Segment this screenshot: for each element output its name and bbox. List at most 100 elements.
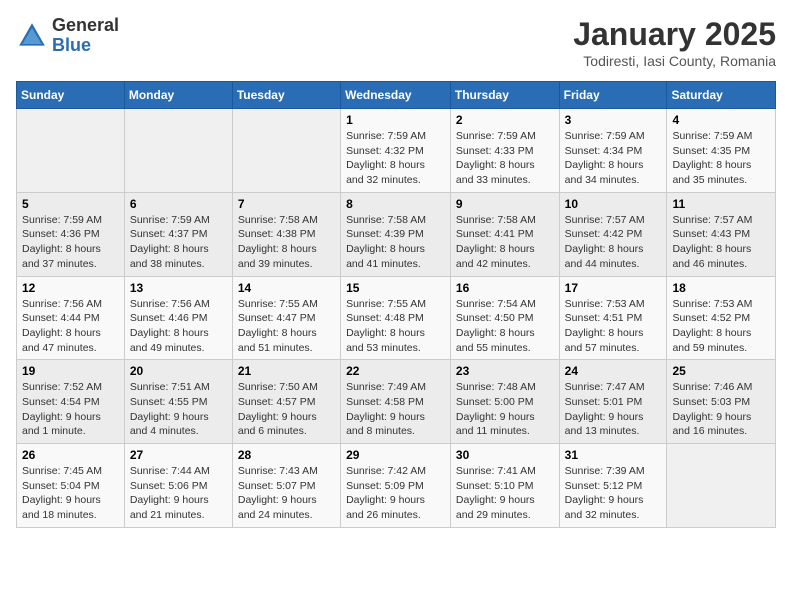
day-info: Sunrise: 7:55 AM Sunset: 4:48 PM Dayligh… — [346, 297, 445, 356]
logo-text: General Blue — [52, 16, 119, 56]
day-info: Sunrise: 7:42 AM Sunset: 5:09 PM Dayligh… — [346, 464, 445, 523]
calendar-cell: 29 Sunrise: 7:42 AM Sunset: 5:09 PM Dayli… — [341, 444, 451, 528]
day-number: 27 — [130, 448, 227, 462]
day-number: 19 — [22, 364, 119, 378]
logo-icon — [16, 20, 48, 52]
day-number: 30 — [456, 448, 554, 462]
calendar-cell: 17 Sunrise: 7:53 AM Sunset: 4:51 PM Dayli… — [559, 276, 667, 360]
day-number: 4 — [672, 113, 770, 127]
day-info: Sunrise: 7:50 AM Sunset: 4:57 PM Dayligh… — [238, 380, 335, 439]
day-number: 21 — [238, 364, 335, 378]
calendar-cell — [232, 109, 340, 193]
day-info: Sunrise: 7:52 AM Sunset: 4:54 PM Dayligh… — [22, 380, 119, 439]
day-info: Sunrise: 7:58 AM Sunset: 4:41 PM Dayligh… — [456, 213, 554, 272]
calendar-cell: 7 Sunrise: 7:58 AM Sunset: 4:38 PM Daylig… — [232, 192, 340, 276]
day-info: Sunrise: 7:46 AM Sunset: 5:03 PM Dayligh… — [672, 380, 770, 439]
day-info: Sunrise: 7:43 AM Sunset: 5:07 PM Dayligh… — [238, 464, 335, 523]
calendar-cell: 24Sunrise: 7:47 AM Sunset: 5:01 PM Dayli… — [559, 360, 667, 444]
calendar-cell: 27 Sunrise: 7:44 AM Sunset: 5:06 PM Dayli… — [124, 444, 232, 528]
day-number: 3 — [565, 113, 662, 127]
day-info: Sunrise: 7:57 AM Sunset: 4:42 PM Dayligh… — [565, 213, 662, 272]
calendar-cell: 1Sunrise: 7:59 AM Sunset: 4:32 PM Daylig… — [341, 109, 451, 193]
calendar-cell: 21 Sunrise: 7:50 AM Sunset: 4:57 PM Dayli… — [232, 360, 340, 444]
calendar-cell: 28 Sunrise: 7:43 AM Sunset: 5:07 PM Dayli… — [232, 444, 340, 528]
day-info: Sunrise: 7:57 AM Sunset: 4:43 PM Dayligh… — [672, 213, 770, 272]
day-number: 15 — [346, 281, 445, 295]
day-info: Sunrise: 7:59 AM Sunset: 4:33 PM Dayligh… — [456, 129, 554, 188]
title-block: January 2025 Todiresti, Iasi County, Rom… — [573, 16, 776, 69]
day-number: 2 — [456, 113, 554, 127]
header-sunday: Sunday — [17, 82, 125, 109]
header-tuesday: Tuesday — [232, 82, 340, 109]
day-number: 10 — [565, 197, 662, 211]
calendar-cell: 30 Sunrise: 7:41 AM Sunset: 5:10 PM Dayli… — [450, 444, 559, 528]
calendar-cell: 3 Sunrise: 7:59 AM Sunset: 4:34 PM Daylig… — [559, 109, 667, 193]
calendar-cell: 14Sunrise: 7:55 AM Sunset: 4:47 PM Dayli… — [232, 276, 340, 360]
week-row-3: 12 Sunrise: 7:56 AM Sunset: 4:44 PM Dayli… — [17, 276, 776, 360]
day-info: Sunrise: 7:53 AM Sunset: 4:51 PM Dayligh… — [565, 297, 662, 356]
month-title: January 2025 — [573, 16, 776, 53]
day-number: 9 — [456, 197, 554, 211]
logo-general-text: General — [52, 16, 119, 36]
header-thursday: Thursday — [450, 82, 559, 109]
calendar-table: SundayMondayTuesdayWednesdayThursdayFrid… — [16, 81, 776, 528]
day-info: Sunrise: 7:44 AM Sunset: 5:06 PM Dayligh… — [130, 464, 227, 523]
header-saturday: Saturday — [667, 82, 776, 109]
day-number: 20 — [130, 364, 227, 378]
header-monday: Monday — [124, 82, 232, 109]
day-number: 17 — [565, 281, 662, 295]
day-info: Sunrise: 7:59 AM Sunset: 4:37 PM Dayligh… — [130, 213, 227, 272]
day-info: Sunrise: 7:58 AM Sunset: 4:38 PM Dayligh… — [238, 213, 335, 272]
day-number: 11 — [672, 197, 770, 211]
day-number: 16 — [456, 281, 554, 295]
calendar-cell: 12 Sunrise: 7:56 AM Sunset: 4:44 PM Dayli… — [17, 276, 125, 360]
day-info: Sunrise: 7:39 AM Sunset: 5:12 PM Dayligh… — [565, 464, 662, 523]
calendar-cell: 15 Sunrise: 7:55 AM Sunset: 4:48 PM Dayli… — [341, 276, 451, 360]
day-number: 7 — [238, 197, 335, 211]
day-info: Sunrise: 7:54 AM Sunset: 4:50 PM Dayligh… — [456, 297, 554, 356]
day-info: Sunrise: 7:59 AM Sunset: 4:34 PM Dayligh… — [565, 129, 662, 188]
day-info: Sunrise: 7:56 AM Sunset: 4:46 PM Dayligh… — [130, 297, 227, 356]
day-number: 8 — [346, 197, 445, 211]
calendar-cell: 19 Sunrise: 7:52 AM Sunset: 4:54 PM Dayli… — [17, 360, 125, 444]
calendar-cell: 31 Sunrise: 7:39 AM Sunset: 5:12 PM Dayli… — [559, 444, 667, 528]
day-number: 29 — [346, 448, 445, 462]
calendar-cell — [124, 109, 232, 193]
calendar-header: SundayMondayTuesdayWednesdayThursdayFrid… — [17, 82, 776, 109]
location-subtitle: Todiresti, Iasi County, Romania — [573, 53, 776, 69]
day-info: Sunrise: 7:58 AM Sunset: 4:39 PM Dayligh… — [346, 213, 445, 272]
day-info: Sunrise: 7:59 AM Sunset: 4:35 PM Dayligh… — [672, 129, 770, 188]
calendar-cell: 25Sunrise: 7:46 AM Sunset: 5:03 PM Dayli… — [667, 360, 776, 444]
day-number: 1 — [346, 113, 445, 127]
day-info: Sunrise: 7:41 AM Sunset: 5:10 PM Dayligh… — [456, 464, 554, 523]
day-info: Sunrise: 7:56 AM Sunset: 4:44 PM Dayligh… — [22, 297, 119, 356]
calendar-cell: 18Sunrise: 7:53 AM Sunset: 4:52 PM Dayli… — [667, 276, 776, 360]
day-number: 28 — [238, 448, 335, 462]
header-wednesday: Wednesday — [341, 82, 451, 109]
page-header: General Blue January 2025 Todiresti, Ias… — [16, 16, 776, 69]
calendar-cell: 9 Sunrise: 7:58 AM Sunset: 4:41 PM Daylig… — [450, 192, 559, 276]
day-number: 6 — [130, 197, 227, 211]
calendar-cell — [667, 444, 776, 528]
week-row-4: 19 Sunrise: 7:52 AM Sunset: 4:54 PM Dayli… — [17, 360, 776, 444]
logo-blue-text: Blue — [52, 36, 119, 56]
calendar-cell: 20 Sunrise: 7:51 AM Sunset: 4:55 PM Dayli… — [124, 360, 232, 444]
calendar-cell: 26Sunrise: 7:45 AM Sunset: 5:04 PM Dayli… — [17, 444, 125, 528]
calendar-cell — [17, 109, 125, 193]
day-info: Sunrise: 7:51 AM Sunset: 4:55 PM Dayligh… — [130, 380, 227, 439]
calendar-cell: 2 Sunrise: 7:59 AM Sunset: 4:33 PM Daylig… — [450, 109, 559, 193]
calendar-cell: 8 Sunrise: 7:58 AM Sunset: 4:39 PM Daylig… — [341, 192, 451, 276]
header-row: SundayMondayTuesdayWednesdayThursdayFrid… — [17, 82, 776, 109]
day-info: Sunrise: 7:47 AM Sunset: 5:01 PM Dayligh… — [565, 380, 662, 439]
calendar-cell: 11 Sunrise: 7:57 AM Sunset: 4:43 PM Dayli… — [667, 192, 776, 276]
day-number: 14 — [238, 281, 335, 295]
day-info: Sunrise: 7:53 AM Sunset: 4:52 PM Dayligh… — [672, 297, 770, 356]
day-info: Sunrise: 7:59 AM Sunset: 4:36 PM Dayligh… — [22, 213, 119, 272]
day-number: 31 — [565, 448, 662, 462]
week-row-5: 26Sunrise: 7:45 AM Sunset: 5:04 PM Dayli… — [17, 444, 776, 528]
day-number: 12 — [22, 281, 119, 295]
header-friday: Friday — [559, 82, 667, 109]
calendar-cell: 5Sunrise: 7:59 AM Sunset: 4:36 PM Daylig… — [17, 192, 125, 276]
calendar-body: 1Sunrise: 7:59 AM Sunset: 4:32 PM Daylig… — [17, 109, 776, 528]
day-info: Sunrise: 7:45 AM Sunset: 5:04 PM Dayligh… — [22, 464, 119, 523]
